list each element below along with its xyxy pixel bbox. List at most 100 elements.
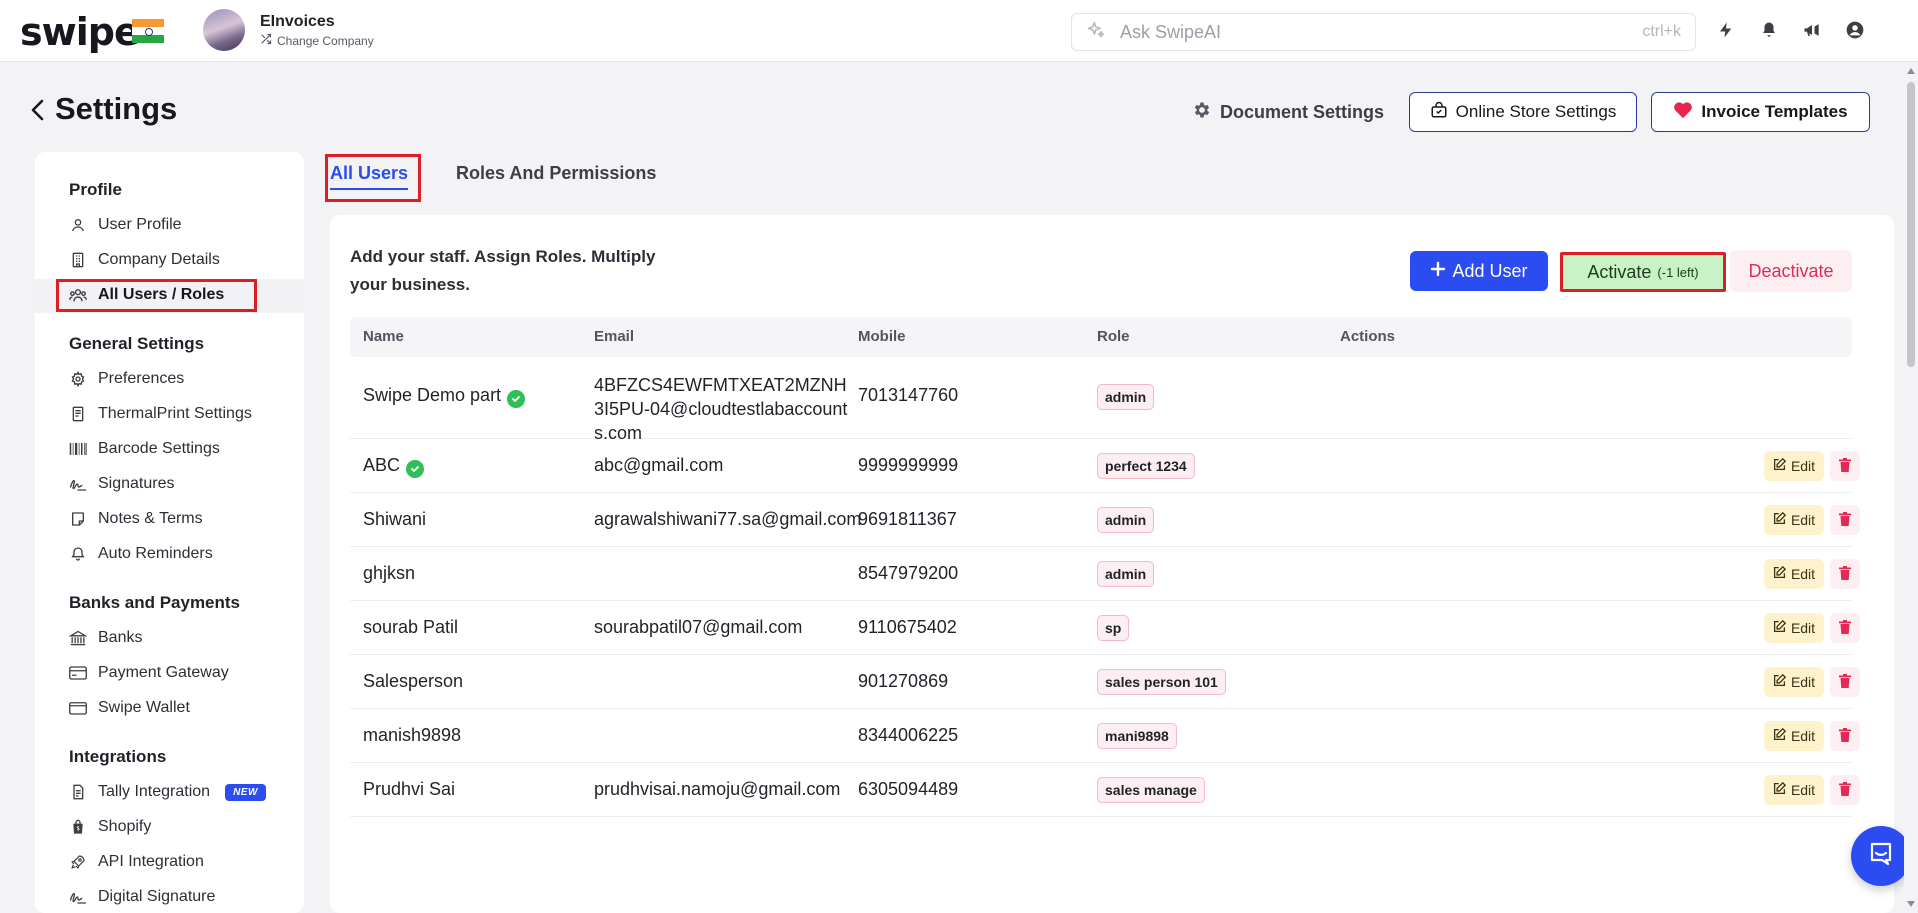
- chat-support-button[interactable]: [1851, 826, 1911, 886]
- edit-user-button[interactable]: Edit: [1764, 451, 1824, 481]
- online-store-settings-label: Online Store Settings: [1455, 102, 1617, 121]
- verified-check-icon: [406, 460, 425, 478]
- india-flag-icon: [132, 19, 164, 43]
- edit-user-button[interactable]: Edit: [1764, 559, 1824, 589]
- scroll-down-arrow-icon[interactable]: [1907, 901, 1915, 907]
- back-arrow-icon[interactable]: [28, 98, 48, 127]
- search-shortcut-hint: ctrl+k: [1642, 23, 1681, 40]
- lightning-icon[interactable]: [1714, 18, 1738, 42]
- pencil-icon: [1773, 781, 1787, 798]
- sidebar-item-label: Notes & Terms: [98, 510, 203, 527]
- user-email: prudhvisai.namoju@gmail.com: [594, 779, 841, 799]
- delete-user-button[interactable]: [1830, 667, 1860, 697]
- tab-roles-and-permissions[interactable]: Roles And Permissions: [456, 163, 656, 184]
- edit-label: Edit: [1790, 782, 1816, 798]
- sidebar-item-signatures[interactable]: Signatures: [69, 472, 175, 496]
- bell-icon[interactable]: [1757, 18, 1781, 42]
- account-icon[interactable]: [1843, 18, 1867, 42]
- shuffle-icon: [260, 33, 272, 48]
- sidebar-item-notes-terms[interactable]: Notes & Terms: [69, 507, 203, 531]
- settings-sidebar: Profile User Profile Company Details All…: [35, 152, 304, 913]
- tab-all-users[interactable]: All Users: [330, 163, 409, 190]
- user-name: Prudhvi Sai: [363, 779, 456, 799]
- activate-button[interactable]: Activate (-1 left): [1560, 252, 1726, 292]
- sidebar-item-api-integration[interactable]: API Integration: [69, 850, 204, 874]
- user-name: ghjksn: [363, 563, 416, 583]
- sidebar-item-thermalprint-settings[interactable]: ThermalPrint Settings: [69, 402, 252, 426]
- sidebar-item-preferences[interactable]: Preferences: [69, 367, 184, 391]
- delete-user-button[interactable]: [1830, 451, 1860, 481]
- user-name: sourab Patil: [363, 617, 459, 637]
- sidebar-item-company-details[interactable]: Company Details: [69, 248, 220, 272]
- sidebar-item-label: Shopify: [98, 818, 152, 835]
- online-store-settings-button[interactable]: Online Store Settings: [1409, 92, 1637, 132]
- sidebar-item-barcode-settings[interactable]: Barcode Settings: [69, 437, 220, 461]
- company-name[interactable]: EInvoices: [260, 13, 335, 31]
- swipe-logo[interactable]: swipe: [20, 10, 140, 54]
- sidebar-item-label: All Users / Roles: [98, 286, 225, 303]
- verified-check-icon: [507, 390, 526, 408]
- new-badge: NEW: [225, 783, 266, 801]
- delete-user-button[interactable]: [1830, 559, 1860, 589]
- user-name: Swipe Demo part: [363, 385, 502, 405]
- note-icon: [69, 510, 87, 528]
- invoice-templates-button[interactable]: Invoice Templates: [1651, 92, 1870, 132]
- sidebar-item-shopify[interactable]: Shopify: [69, 815, 151, 839]
- delete-user-button[interactable]: [1830, 505, 1860, 535]
- column-header-name: Name: [363, 328, 404, 345]
- delete-user-button[interactable]: [1830, 721, 1860, 751]
- sidebar-section-integrations: Integrations: [69, 747, 167, 766]
- top-bar: swipe EInvoices Change Company ctrl+k: [0, 0, 1918, 62]
- sidebar-item-banks[interactable]: Banks: [69, 626, 142, 650]
- sidebar-item-auto-reminders[interactable]: Auto Reminders: [69, 542, 213, 566]
- scrollbar-thumb[interactable]: [1907, 82, 1915, 367]
- wallet-icon: [69, 699, 87, 717]
- signature-icon: [69, 475, 87, 493]
- user-mobile: 6305094489: [858, 779, 959, 799]
- user-email: abc@gmail.com: [594, 455, 724, 475]
- ai-search-box[interactable]: ctrl+k: [1071, 13, 1696, 51]
- delete-user-button[interactable]: [1830, 775, 1860, 805]
- rocket-icon: [69, 853, 87, 871]
- edit-user-button[interactable]: Edit: [1764, 667, 1824, 697]
- user-name: ABC: [363, 455, 401, 475]
- sidebar-item-label: Digital Signature: [98, 888, 216, 905]
- sidebar-item-label: Swipe Wallet: [98, 699, 190, 716]
- role-badge: perfect 1234: [1097, 453, 1195, 479]
- sidebar-item-digital-signature[interactable]: Digital Signature: [69, 885, 215, 909]
- trash-icon: [1839, 780, 1851, 801]
- barcode-icon: [69, 440, 87, 458]
- role-badge: sp: [1097, 615, 1130, 641]
- sidebar-item-all-users-roles[interactable]: All Users / Roles: [69, 283, 224, 307]
- sidebar-section-banks-payments: Banks and Payments: [69, 593, 241, 612]
- edit-user-button[interactable]: Edit: [1764, 721, 1824, 751]
- edit-user-button[interactable]: Edit: [1764, 775, 1824, 805]
- sidebar-section-profile: Profile: [69, 180, 122, 199]
- add-user-button[interactable]: Add User: [1410, 251, 1548, 291]
- scroll-up-arrow-icon[interactable]: [1907, 68, 1915, 74]
- sidebar-item-swipe-wallet[interactable]: Swipe Wallet: [69, 696, 190, 720]
- megaphone-icon[interactable]: [1800, 18, 1824, 42]
- table-row: ABC abc@gmail.com 9999999999 perfect 123…: [350, 439, 1860, 493]
- change-company-link[interactable]: Change Company: [260, 33, 374, 48]
- edit-label: Edit: [1790, 566, 1816, 582]
- sidebar-item-tally-integration[interactable]: Tally Integration NEW: [69, 780, 266, 804]
- edit-user-button[interactable]: Edit: [1764, 505, 1824, 535]
- edit-user-button[interactable]: Edit: [1764, 613, 1824, 643]
- company-avatar[interactable]: [203, 9, 245, 51]
- deactivate-button[interactable]: Deactivate: [1730, 250, 1852, 292]
- sidebar-item-payment-gateway[interactable]: Payment Gateway: [69, 661, 229, 685]
- document-icon: [69, 783, 87, 801]
- page-title: Settings: [55, 91, 178, 126]
- table-row: Swipe Demo part 4BFZCS4EWFMTXEAT2MZNH3I5…: [350, 357, 1852, 443]
- page-scrollbar[interactable]: [1904, 62, 1918, 913]
- document-settings-link[interactable]: Document Settings: [1192, 100, 1384, 125]
- add-user-label: Add User: [1452, 260, 1528, 281]
- ai-search-input[interactable]: [1120, 21, 1643, 43]
- sidebar-item-user-profile[interactable]: User Profile: [69, 213, 182, 237]
- delete-user-button[interactable]: [1830, 613, 1860, 643]
- trash-icon: [1839, 672, 1851, 693]
- sidebar-item-label: Banks: [98, 629, 143, 646]
- role-badge: admin: [1097, 507, 1155, 533]
- gear-icon: [1192, 100, 1212, 125]
